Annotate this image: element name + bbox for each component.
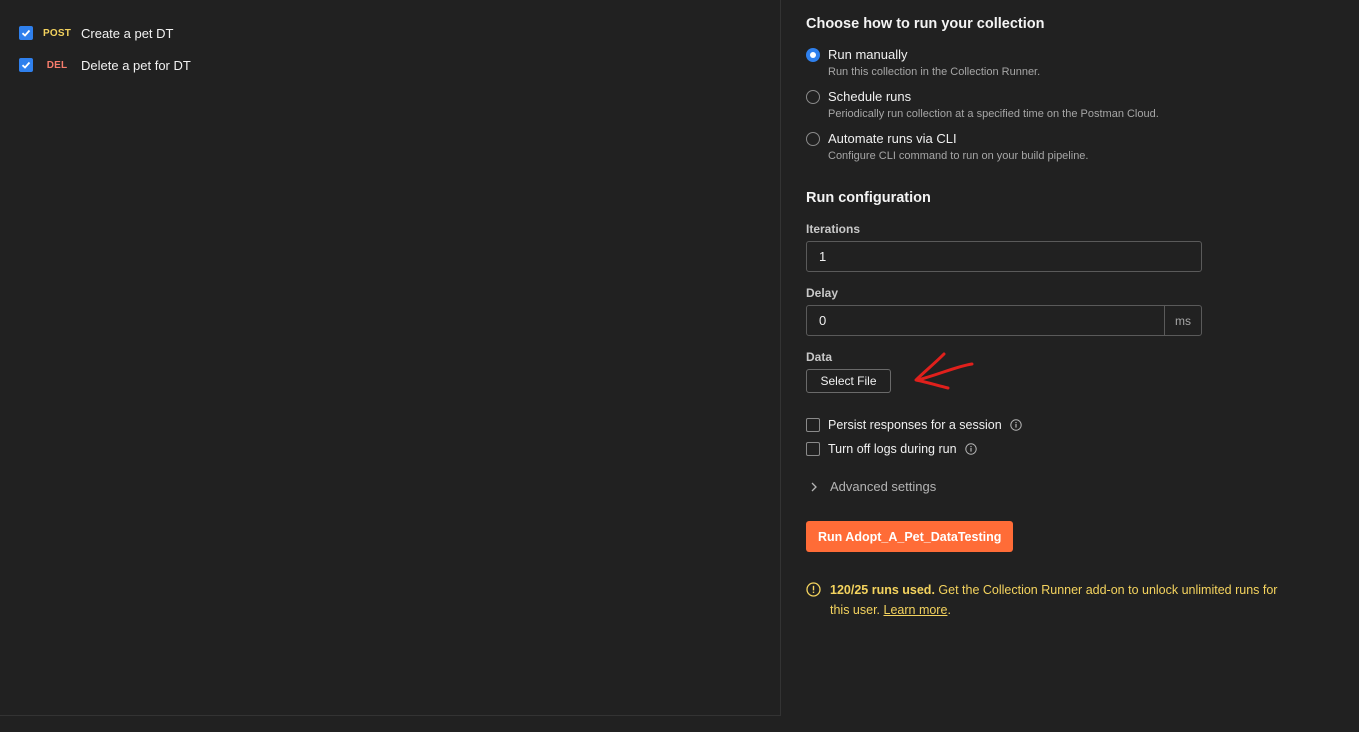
request-list-pane: POST Create a pet DT DEL Delete a pet fo… (0, 0, 781, 716)
iterations-input[interactable]: 1 (806, 241, 1202, 272)
method-badge-post: POST (42, 27, 72, 39)
radio-run-manually[interactable] (806, 47, 820, 62)
collection-runner: POST Create a pet DT DEL Delete a pet fo… (0, 0, 1359, 732)
iterations-label: Iterations (806, 222, 861, 236)
advanced-settings-label: Advanced settings (830, 479, 937, 494)
request-name: Create a pet DT (81, 25, 174, 41)
request-row-delete-pet[interactable]: DEL Delete a pet for DT (19, 57, 191, 73)
option-run-manually[interactable]: Run manually (806, 47, 908, 62)
annotation-arrow-icon (914, 352, 974, 390)
iterations-value: 1 (819, 249, 827, 264)
advanced-settings-toggle[interactable]: Advanced settings (810, 479, 936, 494)
persist-responses-row[interactable]: Persist responses for a session (806, 418, 1022, 432)
option-schedule-runs[interactable]: Schedule runs (806, 89, 911, 104)
delay-input[interactable]: 0 ms (806, 305, 1202, 336)
persist-responses-label: Persist responses for a session (828, 418, 1002, 432)
request-name: Delete a pet for DT (81, 57, 191, 73)
run-config-title: Run configuration (806, 190, 931, 206)
run-collection-button[interactable]: Run Adopt_A_Pet_DataTesting (806, 521, 1014, 552)
request-row-create-pet[interactable]: POST Create a pet DT (19, 25, 174, 41)
option-label: Schedule runs (828, 89, 912, 104)
learn-more-link[interactable]: Learn more (884, 603, 948, 617)
option-label: Run manually (828, 47, 908, 62)
delay-value: 0 (819, 313, 827, 328)
option-label: Automate runs via CLI (828, 131, 957, 146)
turn-off-logs-checkbox[interactable] (806, 442, 820, 456)
option-description: Run this collection in the Collection Ru… (828, 66, 1041, 78)
turn-off-logs-row[interactable]: Turn off logs during run (806, 442, 977, 456)
delay-label: Delay (806, 286, 839, 300)
chevron-right-icon (811, 482, 817, 491)
run-mode-title: Choose how to run your collection (806, 16, 1045, 32)
checkmark-icon (21, 61, 31, 69)
option-description: Periodically run collection at a specifi… (828, 108, 1159, 120)
info-icon[interactable] (1010, 419, 1022, 431)
turn-off-logs-label: Turn off logs during run (828, 442, 957, 456)
option-description: Configure CLI command to run on your bui… (828, 150, 1089, 162)
option-automate-cli[interactable]: Automate runs via CLI (806, 131, 957, 146)
method-badge-del: DEL (46, 59, 68, 71)
info-icon[interactable] (964, 443, 977, 455)
request-checkbox[interactable] (19, 26, 33, 40)
select-file-button[interactable]: Select File (806, 369, 891, 393)
checkmark-icon (21, 29, 31, 37)
radio-automate-cli[interactable] (806, 131, 820, 146)
radio-schedule-runs[interactable] (806, 89, 820, 104)
runs-used-count: 120/25 runs used. (830, 583, 935, 597)
runs-warning-icon (806, 582, 821, 602)
request-checkbox[interactable] (19, 58, 33, 72)
warning-tail: . (947, 603, 951, 617)
delay-unit: ms (1164, 306, 1201, 335)
data-label: Data (806, 350, 833, 364)
runs-warning-message: 120/25 runs used. Get the Collection Run… (830, 580, 1290, 620)
persist-responses-checkbox[interactable] (806, 418, 820, 432)
